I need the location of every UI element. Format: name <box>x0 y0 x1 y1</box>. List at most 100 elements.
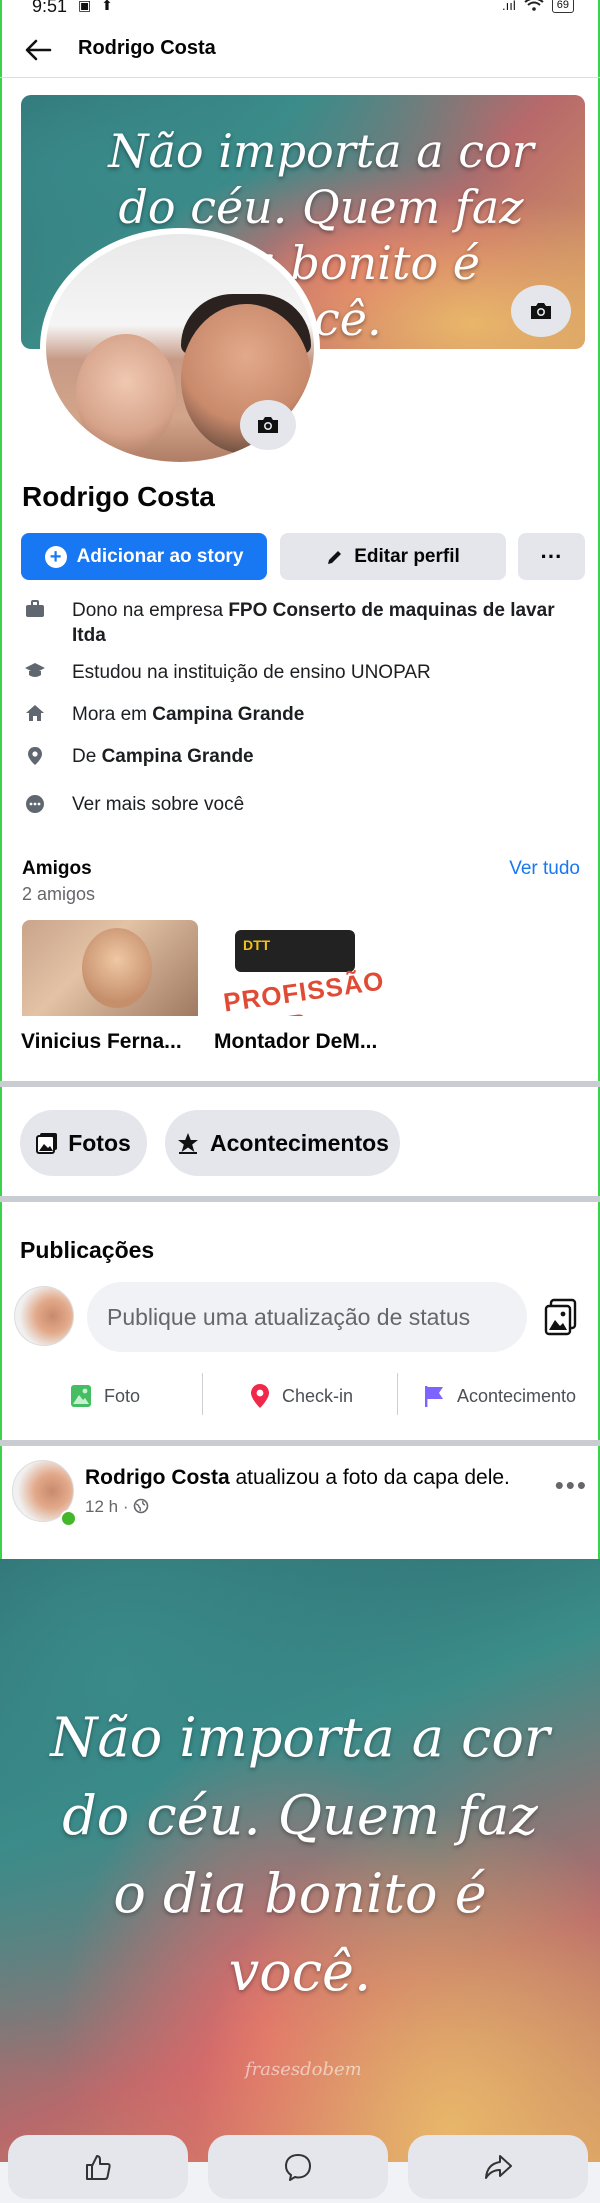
signal-icon: .ııl <box>502 0 516 13</box>
see-all-friends-link[interactable]: Ver tudo <box>509 858 580 880</box>
add-to-story-label: Adicionar ao story <box>76 545 244 567</box>
about-item-home: Mora em Campina Grande <box>22 702 582 730</box>
drill-tag: DTT <box>243 937 271 953</box>
battery-indicator: 69 <box>551 0 574 13</box>
camera-icon <box>531 303 551 319</box>
post-meta-separator: · <box>122 1497 129 1516</box>
wifi-icon <box>524 0 544 14</box>
photos-chip[interactable]: Fotos <box>20 1110 147 1176</box>
events-chip[interactable]: Acontecimentos <box>165 1110 400 1176</box>
friend-photo-montador[interactable]: DTT PROFISSÃO ADOR <box>215 920 391 1016</box>
post-meta: 12 h · <box>85 1497 149 1517</box>
about-hometown-city: Campina Grande <box>101 746 254 767</box>
quick-action-separator <box>202 1373 203 1415</box>
graduation-cap-icon <box>24 662 46 684</box>
plus-icon: + <box>44 545 67 568</box>
publications-title: Publicações <box>20 1237 155 1263</box>
share-icon <box>485 2155 512 2179</box>
about-item-hometown: De Campina Grande <box>22 744 582 772</box>
about-home-text: Mora em Campina Grande <box>72 702 582 727</box>
back-button[interactable] <box>22 34 54 66</box>
more-dots-icon: ··· <box>540 543 563 569</box>
events-chip-label: Acontecimentos <box>210 1129 389 1156</box>
about-home-prefix: Mora em <box>72 704 153 725</box>
location-pin-icon <box>24 746 46 768</box>
post-author-name[interactable]: Rodrigo Costa <box>85 1466 230 1489</box>
section-divider <box>0 1081 600 1087</box>
composer-placeholder: Publique uma atualização de status <box>107 1303 471 1330</box>
add-photo-button[interactable] <box>543 1298 579 1336</box>
like-button[interactable] <box>8 2135 188 2199</box>
post-action-text: atualizou a foto da capa dele. <box>229 1466 510 1489</box>
quick-action-photo[interactable]: Foto <box>70 1376 140 1416</box>
status-right: .ııl 69 <box>502 0 574 14</box>
composer-avatar[interactable] <box>14 1286 74 1346</box>
comment-button[interactable] <box>208 2135 388 2199</box>
post-header-text: Rodrigo Costa atualizou a foto da capa d… <box>85 1466 510 1490</box>
star-icon <box>178 1133 199 1154</box>
flag-icon <box>425 1386 443 1407</box>
about-hometown-prefix: De <box>72 746 102 767</box>
camera-icon <box>258 417 278 433</box>
quick-action-checkin[interactable]: Check-in <box>250 1376 353 1416</box>
about-work-text: Dono na empresa FPO Conserto de maquinas… <box>72 598 582 648</box>
friend-photo-vinicius[interactable] <box>22 920 198 1016</box>
quick-action-photo-label: Foto <box>104 1385 141 1406</box>
friend-thumb-caption: PROFISSÃO ADOR <box>221 965 387 1016</box>
image-watermark: frasesdobem <box>245 2059 362 2080</box>
quick-action-separator <box>397 1373 398 1415</box>
photo-gallery-icon <box>544 1298 577 1336</box>
post-image-quote: Não importa a cor do céu. Quem faz o dia… <box>50 1706 550 2003</box>
status-composer-input[interactable]: Publique uma atualização de status <box>87 1282 527 1352</box>
profile-picture-child <box>76 334 176 454</box>
see-more-about-link[interactable]: Ver mais sobre você <box>22 792 582 820</box>
see-more-about-label: Ver mais sobre você <box>72 794 245 815</box>
post-cover-image[interactable]: Não importa a cor do céu. Quem faz o dia… <box>0 1559 600 2162</box>
edit-profile-picture-button[interactable] <box>240 400 296 450</box>
about-item-education: Estudou na instituição de ensino UNOPAR <box>22 660 582 688</box>
friend-name-montador[interactable]: Montador DeM... <box>214 1030 377 1054</box>
add-to-story-button[interactable]: + Adicionar ao story <box>21 533 267 580</box>
profile-name: Rodrigo Costa <box>22 481 215 512</box>
quick-action-checkin-label: Check-in <box>282 1385 354 1406</box>
pencil-icon <box>328 550 342 564</box>
comment-icon <box>285 2154 311 2181</box>
quick-action-event-label: Acontecimento <box>457 1385 577 1406</box>
briefcase-icon <box>24 600 46 622</box>
friend-face <box>82 928 152 1008</box>
notification-icons: ▣ ⬆ <box>78 0 116 13</box>
status-bar: 9:51 ▣ ⬆ .ııl 69 <box>0 0 600 16</box>
globe-icon <box>133 1498 149 1514</box>
more-options-button[interactable]: ··· <box>518 533 585 580</box>
post-time[interactable]: 12 h <box>85 1497 118 1516</box>
top-bar: Rodrigo Costa <box>0 20 600 78</box>
section-divider <box>0 1196 600 1202</box>
section-divider <box>0 1440 600 1446</box>
thumbs-up-icon <box>86 2155 111 2180</box>
home-icon <box>24 704 46 726</box>
profile-actions: + Adicionar ao story Editar perfil ··· <box>21 533 585 580</box>
online-status-dot <box>60 1510 77 1527</box>
arrow-left-icon <box>25 39 52 61</box>
photo-icon <box>71 1385 91 1407</box>
edit-profile-button[interactable]: Editar perfil <box>280 533 506 580</box>
friends-title: Amigos <box>22 858 92 879</box>
edit-profile-label: Editar perfil <box>354 545 460 567</box>
photos-icon <box>36 1133 58 1154</box>
share-button[interactable] <box>408 2135 588 2199</box>
status-time: 9:51 <box>32 0 68 16</box>
about-work-prefix: Dono na empresa <box>72 600 229 621</box>
post-options-button[interactable]: ••• <box>555 1470 588 1501</box>
quick-action-event[interactable]: Acontecimento <box>423 1376 576 1416</box>
about-item-work: Dono na empresa FPO Conserto de maquinas… <box>22 598 582 650</box>
more-circle-icon <box>24 794 46 816</box>
page-title: Rodrigo Costa <box>78 37 216 59</box>
location-pin-icon <box>251 1384 269 1408</box>
about-education-text: Estudou na instituição de ensino UNOPAR <box>72 662 431 683</box>
friend-name-vinicius[interactable]: Vinicius Ferna... <box>21 1030 182 1054</box>
friends-count: 2 amigos <box>22 884 96 904</box>
about-home-city: Campina Grande <box>152 704 305 725</box>
photos-chip-label: Fotos <box>68 1129 131 1156</box>
edit-cover-button[interactable] <box>511 285 571 337</box>
about-hometown-text: De Campina Grande <box>72 744 582 769</box>
